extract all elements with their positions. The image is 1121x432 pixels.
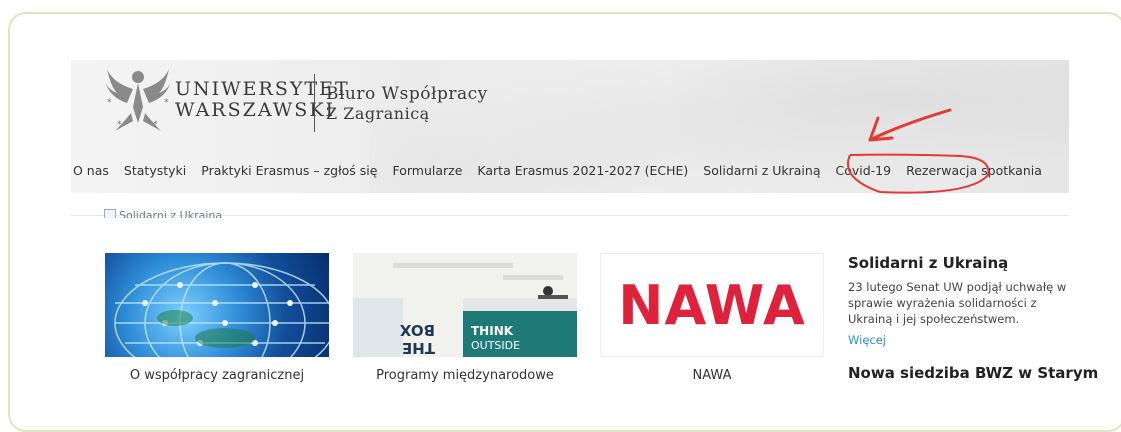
- banner-image-broken[interactable]: Solidarni z Ukraina: [104, 209, 222, 218]
- card-label-programy[interactable]: Programy międzynarodowe: [353, 368, 577, 383]
- news-title-nowa-siedziba[interactable]: Nowa siedziba BWZ w Starym: [848, 364, 1098, 382]
- nav-item-statystyki[interactable]: Statystyki: [124, 163, 186, 183]
- sign-think: THINK: [471, 324, 514, 338]
- news-link-wiecej[interactable]: Więcej: [848, 333, 886, 347]
- card-image-wspolpraca[interactable]: [105, 253, 329, 357]
- nav-item-formularze[interactable]: Formularze: [392, 163, 462, 183]
- nav-item-o-nas[interactable]: O nas: [73, 163, 109, 183]
- university-line-1: UNIWERSYTET: [175, 78, 350, 100]
- card-image-nawa[interactable]: NAWA: [600, 253, 824, 357]
- card-label-wspolpraca[interactable]: O współpracy zagranicznej: [105, 368, 329, 383]
- annotation-arrow-circle: [847, 108, 990, 194]
- card-label-nawa[interactable]: NAWA: [600, 368, 824, 383]
- sign-the: THE: [402, 339, 435, 357]
- university-line-2: WARSZAWSKI: [175, 99, 336, 121]
- office-line-1: Biuro Współpracy: [326, 84, 488, 104]
- office-line-2: Z Zagranicą: [326, 104, 430, 123]
- banner-alt-text: Solidarni z Ukraina: [119, 209, 223, 218]
- nawa-logo: NAWA: [618, 273, 806, 337]
- university-name[interactable]: UNIWERSYTET WARSZAWSKI: [175, 79, 350, 121]
- broken-image-icon: [104, 209, 116, 218]
- think-outside-the-box-icon: THINK OUTSIDE BOX THE: [353, 253, 577, 357]
- card-image-programy[interactable]: THINK OUTSIDE BOX THE: [353, 253, 577, 357]
- globe-network-icon: [114, 262, 329, 357]
- nav-item-karta-erasmus[interactable]: Karta Erasmus 2021-2027 (ECHE): [477, 163, 688, 183]
- header-divider: [314, 74, 315, 132]
- sign-outside: OUTSIDE: [471, 339, 520, 352]
- svg-text:*: *: [153, 120, 158, 130]
- eagle-crest-icon[interactable]: * * * *: [103, 65, 173, 135]
- nav-item-solidarni[interactable]: Solidarni z Ukrainą: [703, 163, 820, 183]
- svg-text:*: *: [107, 98, 112, 108]
- sign-box: BOX: [399, 321, 435, 339]
- nav-item-praktyki-erasmus[interactable]: Praktyki Erasmus – zgłoś się: [201, 163, 377, 183]
- news-title-solidarni[interactable]: Solidarni z Ukrainą: [848, 254, 1008, 272]
- office-name[interactable]: Biuro Współpracy Z Zagranicą: [326, 84, 488, 124]
- svg-text:*: *: [164, 98, 169, 108]
- svg-text:*: *: [117, 120, 122, 130]
- news-body-solidarni: 23 lutego Senat UW podjął uchwałę w spra…: [848, 280, 1067, 326]
